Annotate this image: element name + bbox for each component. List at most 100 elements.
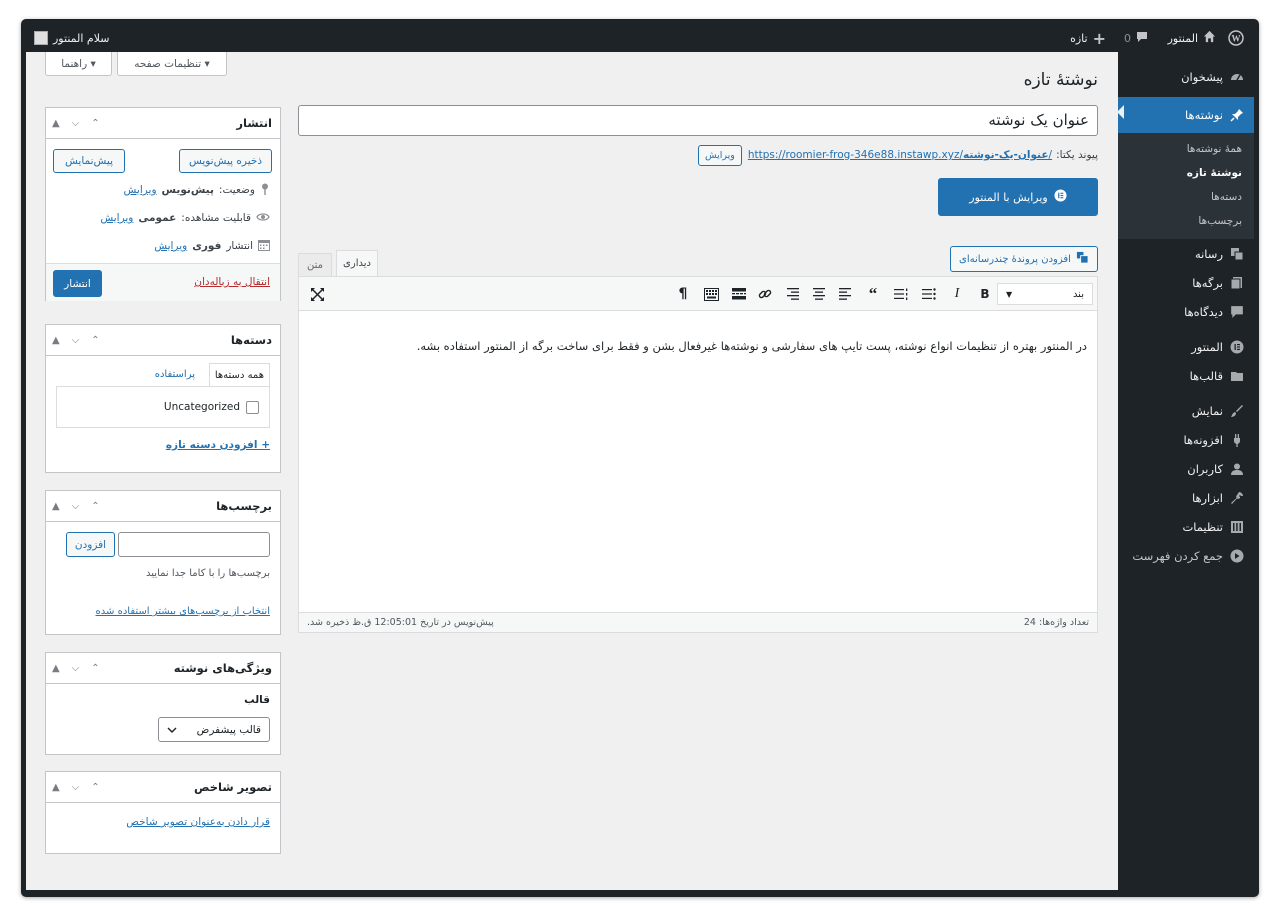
new-content-link[interactable]: + تازه <box>1070 24 1106 52</box>
move-up-icon[interactable]: ▲ <box>52 118 60 129</box>
box-controls[interactable]: ▲ ⌵ ⌃ <box>52 663 100 674</box>
move-up-icon[interactable]: ▲ <box>52 782 60 793</box>
bold-icon[interactable]: B <box>975 284 995 304</box>
menu-elementor[interactable]: المنتور <box>1118 332 1254 361</box>
move-down-icon[interactable]: ⌵ <box>72 663 80 674</box>
new-tag-input[interactable] <box>118 532 270 557</box>
site-name-link[interactable]: المنتور <box>1168 24 1216 52</box>
category-checkbox[interactable] <box>246 400 259 414</box>
editor-body[interactable]: در المنتور بهتره از تنظیمات انواع نوشته،… <box>299 312 1097 614</box>
choose-popular-tags-link[interactable]: انتخاب از برچسب‌های بیشتر استفاده شده <box>96 606 270 617</box>
align-right-icon[interactable] <box>783 284 803 304</box>
template-select-value: قالب پیشفرض <box>196 723 261 736</box>
add-new-category-link[interactable]: + افزودن دسته تازه <box>166 439 270 451</box>
wordpress-logo-icon[interactable]: W <box>1228 24 1244 52</box>
menu-templates[interactable]: قالب‌ها <box>1118 361 1254 390</box>
read-more-icon[interactable] <box>729 284 749 304</box>
featured-image-box-header[interactable]: تصویر شاخص ▲ ⌵ ⌃ <box>46 772 280 803</box>
collapse-icon[interactable]: ⌃ <box>91 782 99 793</box>
dropdown-arrow-icon: ▼ <box>1006 289 1013 299</box>
categories-tab-popular[interactable]: پراستفاده <box>150 363 200 386</box>
format-select[interactable]: بند ▼ <box>997 283 1093 305</box>
add-media-button[interactable]: افزودن پروندهٔ چندرسانه‌ای <box>950 246 1098 272</box>
edit-with-elementor-button[interactable]: ویرایش با المنتور <box>938 178 1098 216</box>
my-account[interactable]: سلام المنتور <box>34 24 110 52</box>
collapse-icon[interactable]: ⌃ <box>91 663 99 674</box>
move-to-trash-link[interactable]: انتقال به زباله‌دان <box>194 276 270 288</box>
move-up-icon[interactable]: ▲ <box>52 663 60 674</box>
menu-posts[interactable]: نوشته‌ها <box>1117 97 1254 133</box>
status-edit-link[interactable]: ویرایش <box>124 184 157 196</box>
template-select[interactable]: قالب پیشفرض <box>158 717 270 742</box>
tags-box-header[interactable]: برچسب‌ها ▲ ⌵ ⌃ <box>46 491 280 522</box>
submenu-add-new[interactable]: نوشتهٔ تازه <box>1118 161 1254 185</box>
menu-comments[interactable]: دیدگاه‌ها <box>1118 297 1254 326</box>
move-up-icon[interactable]: ▲ <box>52 335 60 346</box>
screen-options-button[interactable]: تنظیمات صفحه ▾ <box>117 52 227 76</box>
categories-box: دسته‌ها ▲ ⌵ ⌃ همه دسته‌ها پراستفاده Uncate… <box>45 324 281 473</box>
comment-bubble-icon <box>1136 31 1148 46</box>
schedule-edit-link[interactable]: ویرایش <box>154 240 187 252</box>
elementor-icon <box>1230 340 1244 354</box>
submenu-categories[interactable]: دسته‌ها <box>1118 185 1254 209</box>
save-draft-button[interactable]: ذخیره پیش‌نویس <box>179 149 272 173</box>
visibility-row: قابلیت مشاهده: عمومی ویرایش <box>100 208 270 228</box>
menu-plugins[interactable]: افزونه‌ها <box>1118 425 1254 454</box>
menu-dashboard[interactable]: پیشخوان <box>1118 62 1254 91</box>
move-down-icon[interactable]: ⌵ <box>72 335 80 346</box>
post-title-input[interactable]: عنوان یک نوشته <box>298 105 1098 136</box>
tab-text[interactable]: متن <box>298 253 332 276</box>
visibility-edit-link[interactable]: ویرایش <box>100 212 133 224</box>
help-button[interactable]: راهنما ▾ <box>45 52 112 76</box>
menu-label: کاربران <box>1187 461 1223 476</box>
publish-button[interactable]: انتشار <box>53 270 102 297</box>
elementor-button-label: ویرایش با المنتور <box>969 190 1048 204</box>
collapse-icon[interactable]: ⌃ <box>91 335 99 346</box>
move-down-icon[interactable]: ⌵ <box>72 782 80 793</box>
fullscreen-icon[interactable] <box>307 284 327 304</box>
pages-icon <box>1230 276 1244 290</box>
preview-button[interactable]: پیش‌نمایش <box>53 149 125 173</box>
box-controls[interactable]: ▲ ⌵ ⌃ <box>52 782 100 793</box>
paragraph-mark-icon[interactable]: ¶ <box>673 284 693 304</box>
menu-media[interactable]: رسانه <box>1118 239 1254 268</box>
box-controls[interactable]: ▲ ⌵ ⌃ <box>52 118 100 129</box>
align-left-icon[interactable] <box>835 284 855 304</box>
move-down-icon[interactable]: ⌵ <box>72 118 80 129</box>
box-controls[interactable]: ▲ ⌵ ⌃ <box>52 335 100 346</box>
categories-box-header[interactable]: دسته‌ها ▲ ⌵ ⌃ <box>46 325 280 356</box>
numbered-list-icon[interactable] <box>891 284 911 304</box>
set-featured-image-link[interactable]: قرار دادن به‌عنوان تصویر شاخص <box>126 816 270 828</box>
bullet-list-icon[interactable] <box>919 284 939 304</box>
post-attributes-box-header[interactable]: ویژگی‌های نوشته ▲ ⌵ ⌃ <box>46 653 280 684</box>
menu-label: افزونه‌ها <box>1183 432 1223 447</box>
link-icon[interactable] <box>755 284 775 304</box>
tab-visual[interactable]: دیداری <box>336 250 378 276</box>
collapse-icon[interactable]: ⌃ <box>91 501 99 512</box>
status-label: وضعیت: <box>218 184 255 196</box>
keyboard-toolbar-toggle-icon[interactable] <box>701 284 721 304</box>
collapse-menu[interactable]: جمع کردن فهرست <box>1118 541 1254 570</box>
submenu-tags[interactable]: برچسب‌ها <box>1118 209 1254 233</box>
move-up-icon[interactable]: ▲ <box>52 501 60 512</box>
menu-settings[interactable]: تنظیمات <box>1118 512 1254 541</box>
permalink-edit-button[interactable]: ویرایش <box>697 144 742 166</box>
menu-appearance[interactable]: نمایش <box>1118 396 1254 425</box>
italic-icon[interactable]: I <box>947 284 967 304</box>
categories-tab-all[interactable]: همه دسته‌ها <box>208 363 270 386</box>
blockquote-icon[interactable]: “ <box>863 284 883 304</box>
menu-pages[interactable]: برگه‌ها <box>1118 268 1254 297</box>
comments-link[interactable]: 0 <box>1124 24 1148 52</box>
box-controls[interactable]: ▲ ⌵ ⌃ <box>52 501 100 512</box>
publish-box-header[interactable]: انتشار ▲ ⌵ ⌃ <box>46 108 280 139</box>
comments-count: 0 <box>1124 31 1131 45</box>
submenu-all-posts[interactable]: همهٔ نوشته‌ها <box>1118 137 1254 161</box>
menu-tools[interactable]: ابزارها <box>1118 483 1254 512</box>
menu-users[interactable]: کاربران <box>1118 454 1254 483</box>
permalink-url[interactable]: https://roomier-frog-346e88.instawp.xyz/… <box>748 149 1052 161</box>
move-down-icon[interactable]: ⌵ <box>72 501 80 512</box>
align-center-icon[interactable] <box>809 284 829 304</box>
collapse-icon[interactable]: ⌃ <box>91 118 99 129</box>
add-tag-button[interactable]: افزودن <box>66 532 115 557</box>
menu-label: نمایش <box>1191 403 1223 418</box>
